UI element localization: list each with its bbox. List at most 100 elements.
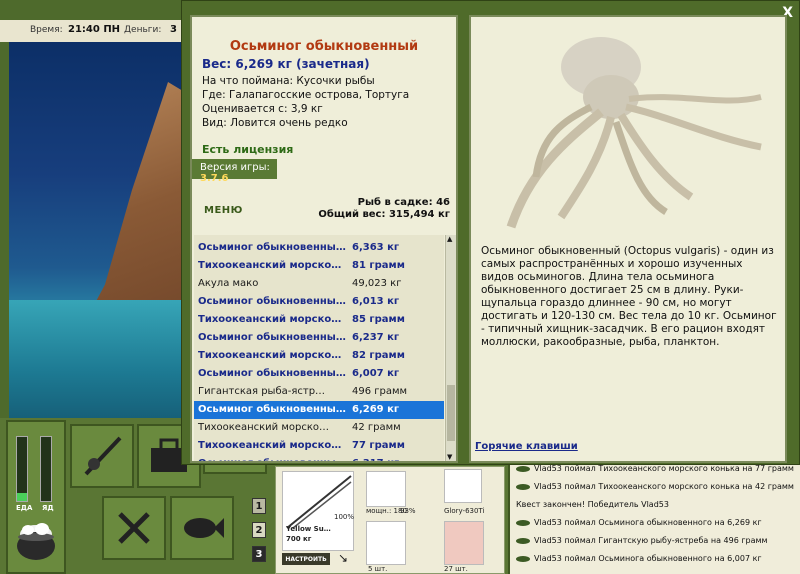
catch-fish-weight: 6.317 кг bbox=[352, 458, 399, 461]
rod-icon[interactable] bbox=[70, 424, 134, 488]
octopus-image bbox=[506, 37, 762, 229]
version-value: 3.7.6 bbox=[200, 173, 229, 184]
cauldron-icon[interactable] bbox=[12, 518, 60, 564]
fish-icon bbox=[516, 555, 530, 562]
catch-list-scrollbar[interactable]: ▲ ▼ bbox=[445, 235, 456, 461]
keepnet-count: Рыб в садке: 46 bbox=[357, 197, 450, 208]
rod-percent: 100% bbox=[334, 513, 355, 521]
fish-description-panel: Осьминог обыкновенный (Octopus vulgaris)… bbox=[469, 15, 787, 463]
keepnet-weight: Общий вес: 315,494 кг bbox=[318, 209, 450, 220]
catch-fish-name: Гигантская рыба-ястр… bbox=[198, 386, 326, 397]
catch-fish-name: Акула мако bbox=[198, 278, 259, 289]
equipment-panel: Yellow Su… 700 кг 100% НАСТРОИТЬ ↘ мощн.… bbox=[275, 466, 505, 574]
fishing-scene[interactable] bbox=[9, 42, 190, 418]
catch-fish-name: Осьминог обыкновенны… bbox=[198, 404, 346, 415]
catch-list-item[interactable]: Гигантская рыба-ястр… 496 грамм bbox=[194, 383, 444, 401]
version-box: Версия игры: 3.7.6 bbox=[192, 159, 277, 184]
catch-list-item[interactable]: Тихоокеанский морско… 81 грамм bbox=[194, 257, 444, 275]
catch-list-item[interactable]: Тихоокеанский морско… 42 грамм bbox=[194, 419, 444, 437]
log-text: Vlad53 поймал Тихоокеанского морского ко… bbox=[534, 482, 794, 491]
fish-icon bbox=[516, 519, 530, 526]
poison-bar bbox=[40, 436, 52, 502]
place-info: Где: Галапагосские острова, Тортуга bbox=[202, 89, 410, 101]
fish-details-panel: Осьминог обыкновенный Вес: 6,269 кг (зач… bbox=[190, 15, 458, 463]
scroll-up-icon[interactable]: ▲ bbox=[447, 235, 452, 243]
catch-list-item[interactable]: Осьминог обыкновенны… 6,013 кг bbox=[194, 293, 444, 311]
stats-panel: ЕДА ЯД bbox=[6, 420, 66, 574]
catch-fish-name: Осьминог обыкновенны… bbox=[198, 332, 346, 343]
log-text: Vlad53 поймал Осьминога обыкновенного на… bbox=[534, 554, 762, 563]
fish-icon[interactable] bbox=[170, 496, 234, 560]
fish-weight: Вес: 6,269 кг (зачетная) bbox=[202, 57, 370, 71]
bait-info: На что поймана: Кусочки рыбы bbox=[202, 75, 375, 87]
catch-fish-weight: 42 грамм bbox=[352, 422, 401, 433]
bait-count: 27 шт. bbox=[444, 565, 468, 573]
catch-fish-weight: 496 грамм bbox=[352, 386, 408, 397]
scrollbar-thumb[interactable] bbox=[447, 385, 455, 441]
catch-list-item[interactable]: Тихоокеанский морско… 77 грамм bbox=[194, 437, 444, 455]
log-entry: Vlad53 поймал Тихоокеанского морского ко… bbox=[516, 464, 794, 473]
catch-fish-name: Осьминог обыкновенны… bbox=[198, 458, 346, 461]
reel-percent: 93% bbox=[400, 507, 416, 515]
log-text: Квест закончен! Победитель Vlad53 bbox=[516, 500, 669, 509]
food-bar bbox=[16, 436, 28, 502]
bait-slot[interactable] bbox=[444, 521, 484, 565]
rod-weight: 700 кг bbox=[286, 535, 312, 543]
log-text: Vlad53 поймал Осьминога обыкновенного на… bbox=[534, 518, 762, 527]
catch-fish-weight: 6,269 кг bbox=[352, 404, 400, 415]
catch-list-item[interactable]: Осьминог обыкновенны… 6,237 кг bbox=[194, 329, 444, 347]
price-info: Оценивается с: 3,9 кг bbox=[202, 103, 323, 115]
time-label: Время: bbox=[30, 25, 63, 35]
catch-fish-weight: 6,007 кг bbox=[352, 368, 400, 379]
rarity-info: Вид: Ловится очень редко bbox=[202, 117, 348, 129]
log-entry: Vlad53 поймал Тихоокеанского морского ко… bbox=[516, 482, 794, 491]
hook-slot[interactable] bbox=[366, 521, 406, 565]
slot-3-button[interactable]: 3 bbox=[252, 546, 266, 562]
sea-water bbox=[9, 300, 190, 418]
catch-list-item[interactable]: Осьминог обыкновенны… 6,007 кг bbox=[194, 365, 444, 383]
catch-fish-weight: 6,237 кг bbox=[352, 332, 400, 343]
catch-list-item[interactable]: Акула мако 49,023 кг bbox=[194, 275, 444, 293]
catch-fish-weight: 6,363 кг bbox=[352, 242, 400, 253]
catch-fish-name: Тихоокеанский морско… bbox=[198, 350, 342, 361]
fish-description: Осьминог обыкновенный (Octopus vulgaris)… bbox=[481, 245, 777, 348]
fish-icon bbox=[516, 537, 530, 544]
money-label: Деньги: bbox=[124, 25, 162, 35]
catch-fish-name: Тихоокеанский морско… bbox=[198, 440, 342, 451]
scroll-down-icon[interactable]: ▼ bbox=[447, 453, 452, 461]
catch-list-item[interactable]: Осьминог обыкновенны… 6,269 кг bbox=[194, 401, 444, 419]
catch-fish-name: Осьминог обыкновенны… bbox=[198, 296, 346, 307]
log-entry: Vlad53 поймал Осьминога обыкновенного на… bbox=[516, 518, 762, 527]
catch-fish-weight: 77 грамм bbox=[352, 440, 405, 451]
arrow-icon: ↘ bbox=[338, 551, 349, 565]
catch-list-item[interactable]: Осьминог обыкновенны… 6.317 кг bbox=[194, 455, 444, 461]
catch-list-item[interactable]: Осьминог обыкновенны… 6,363 кг bbox=[194, 239, 444, 257]
log-entry: Квест закончен! Победитель Vlad53 bbox=[516, 500, 669, 509]
line-slot[interactable] bbox=[444, 469, 482, 503]
fish-title: Осьминог обыкновенный bbox=[229, 39, 419, 54]
catch-list[interactable]: Осьминог обыкновенны… 6,363 кг Тихоокеанск… bbox=[194, 235, 444, 461]
menu-button[interactable]: МЕНЮ bbox=[204, 205, 243, 216]
slot-1-button[interactable]: 1 bbox=[252, 498, 266, 514]
catch-list-item[interactable]: Тихоокеанский морско… 85 грамм bbox=[194, 311, 444, 329]
log-text: Vlad53 поймал Тихоокеанского морского ко… bbox=[534, 464, 794, 473]
event-log[interactable]: Vlad53 поймал Тихоокеанского морского ко… bbox=[508, 462, 800, 574]
catch-fish-name: Тихоокеанский морско… bbox=[198, 260, 342, 271]
catch-fish-name: Осьминог обыкновенны… bbox=[198, 242, 346, 253]
catch-fish-weight: 49,023 кг bbox=[352, 278, 402, 289]
version-label: Версия игры: bbox=[200, 162, 270, 173]
license-status: Есть лицензия bbox=[202, 143, 294, 156]
hook-count: 5 шт. bbox=[368, 565, 388, 573]
catch-fish-name: Тихоокеанский морско… bbox=[198, 422, 330, 433]
slot-2-button[interactable]: 2 bbox=[252, 522, 266, 538]
catch-fish-weight: 6,013 кг bbox=[352, 296, 400, 307]
catch-list-item[interactable]: Тихоокеанский морско… 82 грамм bbox=[194, 347, 444, 365]
money-value: 3 bbox=[170, 24, 177, 35]
catch-fish-weight: 82 грамм bbox=[352, 350, 405, 361]
hotkeys-link[interactable]: Горячие клавиши bbox=[475, 441, 578, 452]
setup-button[interactable]: НАСТРОИТЬ bbox=[282, 553, 330, 565]
log-text: Vlad53 поймал Гигантскую рыбу-ястреба на… bbox=[534, 536, 768, 545]
tools-icon[interactable] bbox=[102, 496, 166, 560]
reel-slot[interactable] bbox=[366, 471, 406, 507]
log-entry: Vlad53 поймал Осьминога обыкновенного на… bbox=[516, 554, 762, 563]
